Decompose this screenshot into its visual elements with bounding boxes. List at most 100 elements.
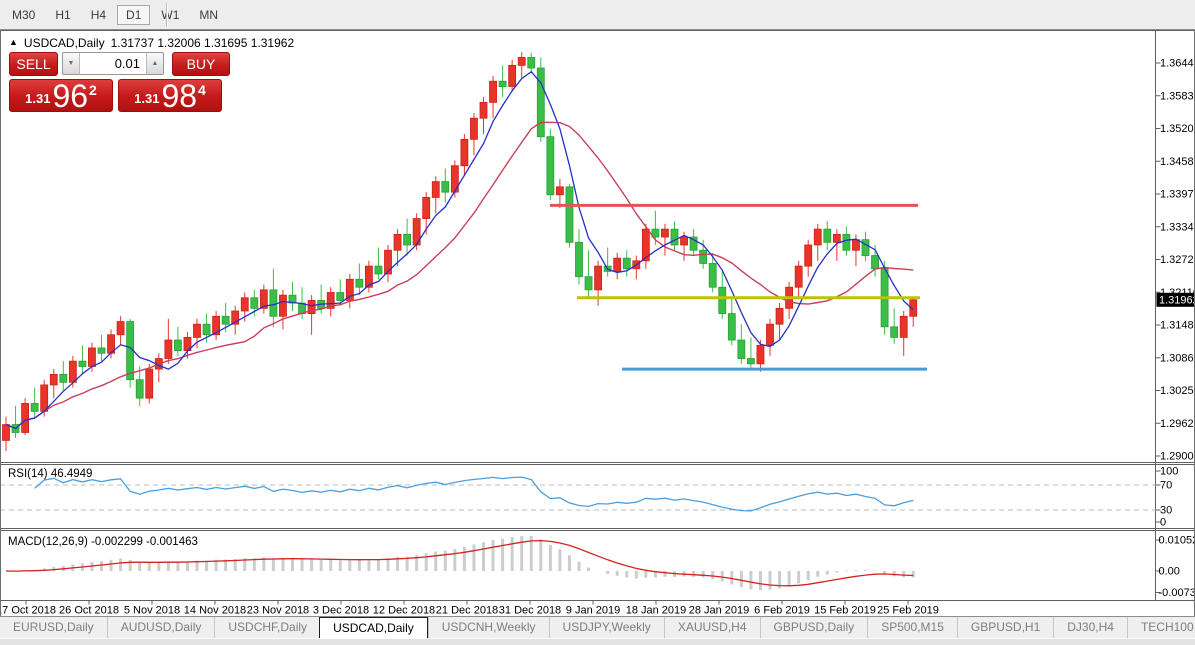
candle-body xyxy=(536,67,545,138)
candle-body xyxy=(871,255,879,270)
date-axis-label: 17 Oct 2018 xyxy=(0,605,56,617)
candle-body xyxy=(804,244,813,267)
candle-body xyxy=(527,57,536,69)
candle-body xyxy=(470,117,478,140)
candle-body xyxy=(699,249,708,264)
candle-body xyxy=(68,360,77,383)
sell-price-pips: 96 xyxy=(52,77,89,114)
buy-price-button[interactable]: 1.31 98 4 xyxy=(118,79,222,112)
candle-body xyxy=(813,228,822,246)
date-axis-label: 31 Dec 2018 xyxy=(499,605,561,617)
candle-body xyxy=(221,315,230,325)
buy-button[interactable]: BUY xyxy=(172,51,230,76)
candle-body xyxy=(422,197,431,219)
candle-body xyxy=(193,323,201,338)
sell-button[interactable]: SELL xyxy=(9,51,58,76)
candle-body xyxy=(135,379,144,399)
chart-tab-usdchf[interactable]: USDCHF,Daily xyxy=(214,617,320,638)
collapse-triangle-icon[interactable]: ▲ xyxy=(9,37,18,47)
candle-body xyxy=(508,64,517,87)
candle-body xyxy=(59,373,68,383)
price-axis-label: 1.35200 xyxy=(1160,123,1195,135)
chart-tab-usdjpy[interactable]: USDJPY,Weekly xyxy=(548,617,664,638)
candle-body xyxy=(613,257,622,272)
candle-body xyxy=(116,321,125,336)
price-axis-label: 1.31480 xyxy=(1160,320,1195,332)
volume-input[interactable] xyxy=(79,52,147,75)
window-left-edge xyxy=(0,30,1,616)
price-axis-label: 1.33970 xyxy=(1160,189,1195,201)
candle-body xyxy=(747,358,755,365)
candle-body xyxy=(489,80,497,103)
candle-body xyxy=(890,326,899,338)
date-axis-label: 26 Oct 2018 xyxy=(59,605,119,617)
date-axis-label: 15 Feb 2019 xyxy=(814,605,876,617)
candle-body xyxy=(431,181,440,198)
candle-body xyxy=(164,339,173,359)
date-axis-label: 6 Feb 2019 xyxy=(754,605,810,617)
sell-price-point: 2 xyxy=(89,82,97,98)
volume-decrease-button[interactable]: ▼ xyxy=(62,52,79,75)
chart-tab-usdcad[interactable]: USDCAD,Daily xyxy=(319,617,428,638)
arrow-up-icon: ▲ xyxy=(151,60,159,67)
candle-body xyxy=(852,239,860,251)
candle-body xyxy=(30,403,39,412)
candle-body xyxy=(584,276,593,291)
price-axis-label: 1.33340 xyxy=(1160,221,1195,233)
rsi-axis-label: 30 xyxy=(1160,505,1172,517)
candle-body xyxy=(173,339,182,352)
chart-tab-sp500[interactable]: SP500,M15 xyxy=(867,617,957,638)
candle-body xyxy=(88,347,96,367)
chart-tab-usdcnh[interactable]: USDCNH,Weekly xyxy=(427,617,549,638)
candle-body xyxy=(794,265,803,288)
candle-body xyxy=(40,384,49,412)
candle-body xyxy=(384,249,392,275)
candle-body xyxy=(202,323,211,336)
candle-body xyxy=(441,181,450,193)
chart-title-ohlc: 1.31737 1.32006 1.31695 1.31962 xyxy=(110,36,295,50)
rsi-axis-label: 100 xyxy=(1160,466,1178,478)
candle-body xyxy=(622,257,631,270)
chart-tab-gbpusd[interactable]: GBPUSD,Daily xyxy=(759,617,868,638)
candle-body xyxy=(269,289,278,317)
date-axis-label: 21 Dec 2018 xyxy=(436,605,498,617)
buy-price-point: 4 xyxy=(198,82,206,98)
macd-axis-label: -0.0073 xyxy=(1159,587,1195,599)
volume-increase-button[interactable]: ▲ xyxy=(147,52,164,75)
sell-price-button[interactable]: 1.31 96 2 xyxy=(9,79,113,112)
candle-body xyxy=(670,228,679,246)
rsi-axis-label: 70 xyxy=(1160,480,1172,492)
candle-body xyxy=(78,360,87,367)
candle-body xyxy=(21,403,30,433)
price-axis-label: 1.34585 xyxy=(1160,156,1195,168)
candle-body xyxy=(240,297,249,312)
chart-tab-dj30[interactable]: DJ30,H4 xyxy=(1053,617,1127,638)
chart-title-symbol: USDCAD,Daily xyxy=(23,36,105,50)
chart-tab-eurusd[interactable]: EURUSD,Daily xyxy=(0,617,107,638)
chart-tab-audusd[interactable]: AUDUSD,Daily xyxy=(106,617,215,638)
price-axis-label: 1.30250 xyxy=(1160,385,1195,397)
chart-tab-tech100[interactable]: TECH100,H xyxy=(1126,617,1195,638)
rsi-axis-label: 0 xyxy=(1160,517,1166,529)
window-bottom-strip xyxy=(0,638,1195,645)
buy-price-pips: 98 xyxy=(161,77,198,114)
date-axis-label: 18 Jan 2019 xyxy=(626,605,687,617)
chart-tab-xauusd[interactable]: XAUUSD,H4 xyxy=(663,617,760,638)
macd-indicator-label: MACD(12,26,9) -0.002299 -0.001463 xyxy=(8,536,198,548)
current-price-tag: 1.31962 xyxy=(1156,292,1195,307)
arrow-down-icon: ▼ xyxy=(67,60,75,67)
candle-body xyxy=(594,265,602,291)
date-axis-label: 5 Nov 2018 xyxy=(124,605,180,617)
candle-body xyxy=(355,278,364,288)
date-axis-label: 25 Feb 2019 xyxy=(877,605,939,617)
candle-body xyxy=(479,101,488,119)
chart-tab-gbpusd[interactable]: GBPUSD,H1 xyxy=(956,617,1053,638)
candle-body xyxy=(718,286,727,315)
date-axis-label: 3 Dec 2018 xyxy=(313,605,369,617)
candle-body xyxy=(832,234,841,243)
price-axis-label: 1.36445 xyxy=(1160,58,1195,70)
candle-body xyxy=(250,297,259,309)
candle-body xyxy=(861,239,870,256)
price-axis-label: 1.29005 xyxy=(1160,451,1195,463)
macd-axis-label: 0.00 xyxy=(1159,566,1180,578)
